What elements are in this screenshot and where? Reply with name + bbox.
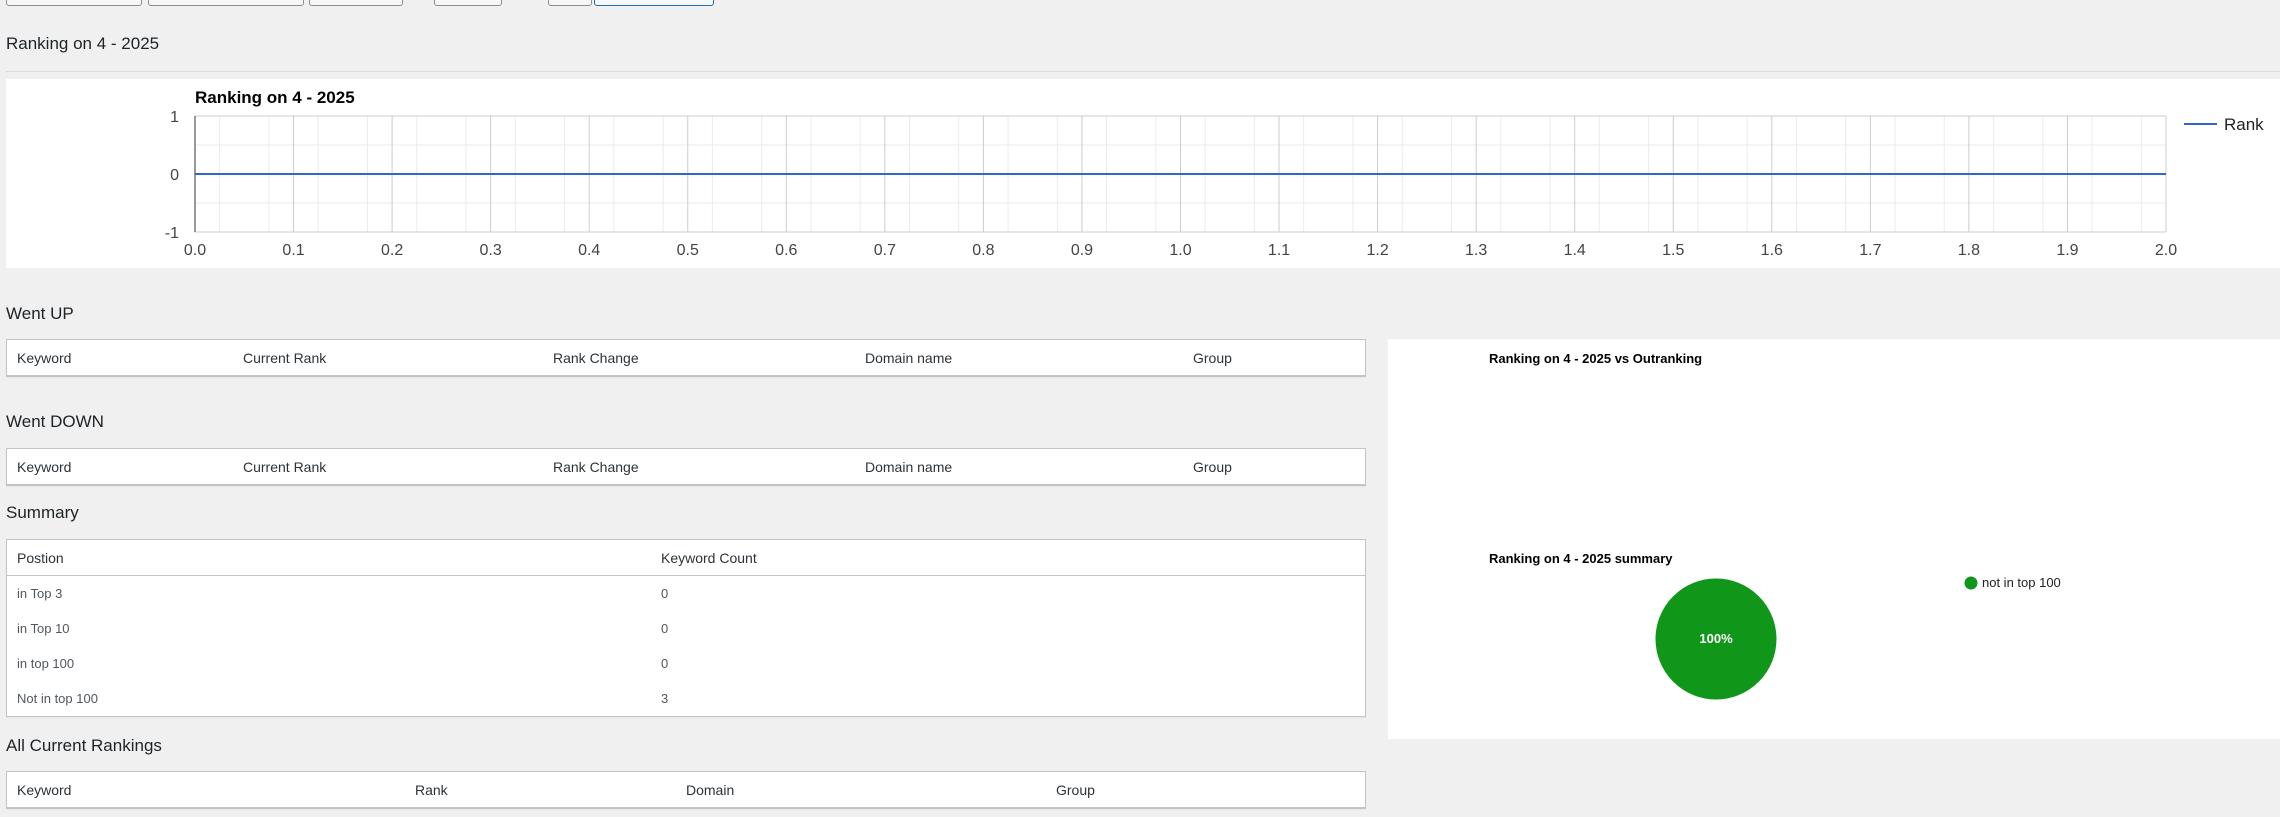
x-tick-label: 1.1 bbox=[1268, 242, 1290, 259]
summary-count-cell: 0 bbox=[661, 621, 669, 636]
table-row: in top 100 0 bbox=[7, 646, 1365, 681]
went-up-col-domain-name[interactable]: Domain name bbox=[865, 350, 952, 366]
summary-position-cell: in Top 10 bbox=[17, 621, 70, 636]
rank-legend-label: Rank bbox=[2224, 115, 2264, 134]
toolbar-button-4[interactable] bbox=[434, 0, 502, 6]
summary-position-cell: in Top 3 bbox=[17, 586, 63, 601]
summary-col-position: Postion bbox=[17, 550, 64, 566]
went-down-table: Keyword Current Rank Rank Change Domain … bbox=[6, 448, 1366, 486]
summary-table: Postion Keyword Count in Top 3 0 in Top … bbox=[6, 539, 1366, 717]
x-tick-label: 1.6 bbox=[1761, 242, 1783, 259]
went-down-col-rank-change[interactable]: Rank Change bbox=[553, 459, 639, 475]
summary-title: Summary bbox=[6, 503, 79, 522]
pie-slice-label: 100% bbox=[1699, 631, 1733, 646]
y-tick-label: 1 bbox=[170, 109, 179, 126]
summary-position-cell: Not in top 100 bbox=[17, 691, 98, 706]
page-title: Ranking on 4 - 2025 bbox=[6, 34, 160, 53]
went-down-col-keyword[interactable]: Keyword bbox=[17, 459, 71, 475]
right-charts-svg: Ranking on 4 - 2025 vs Outranking Rankin… bbox=[1489, 351, 2061, 701]
went-up-header-row: Keyword Current Rank Rank Change Domain … bbox=[7, 340, 1365, 376]
toolbar-button-1[interactable] bbox=[6, 0, 142, 6]
went-down-header-row: Keyword Current Rank Rank Change Domain … bbox=[7, 449, 1365, 485]
x-tick-label: 1.9 bbox=[2056, 242, 2078, 259]
all-current-title: All Current Rankings bbox=[6, 736, 162, 755]
went-down-col-current-rank[interactable]: Current Rank bbox=[243, 459, 326, 475]
table-row: in Top 10 0 bbox=[7, 611, 1365, 646]
vs-chart-title: Ranking on 4 - 2025 vs Outranking bbox=[1489, 351, 1702, 366]
went-down-title: Went DOWN bbox=[6, 412, 104, 431]
all-current-col-group[interactable]: Group bbox=[1056, 782, 1095, 798]
table-row: Not in top 100 3 bbox=[7, 681, 1365, 716]
x-tick-label: 1.3 bbox=[1465, 242, 1487, 259]
pie-legend-label: not in top 100 bbox=[1982, 575, 2061, 590]
x-tick-label: 1.8 bbox=[1958, 242, 1980, 259]
rank-chart-panel: 0.0 0.1 0.2 0.3 0.4 0.5 0.6 0.7 0.8 0.9 1.0 1.1 1.2 1… bbox=[6, 79, 2280, 268]
x-tick-label: 1.2 bbox=[1366, 242, 1388, 259]
x-tick-label: 0.8 bbox=[972, 242, 994, 259]
all-current-table: Keyword Rank Domain Group bbox=[6, 771, 1366, 809]
all-current-col-rank[interactable]: Rank bbox=[415, 782, 448, 798]
went-down-col-domain-name[interactable]: Domain name bbox=[865, 459, 952, 475]
went-up-col-keyword[interactable]: Keyword bbox=[17, 350, 71, 366]
summary-col-keyword-count: Keyword Count bbox=[661, 550, 757, 566]
x-tick-label: 2.0 bbox=[2155, 242, 2177, 259]
toolbar-button-3[interactable] bbox=[309, 0, 403, 6]
rank-line-chart: 0.0 0.1 0.2 0.3 0.4 0.5 0.6 0.7 0.8 0.9 1.0 1.1 1.2 1… bbox=[165, 88, 2264, 259]
x-tick-label: 0.5 bbox=[677, 242, 699, 259]
all-current-col-domain[interactable]: Domain bbox=[686, 782, 734, 798]
pie-legend-dot bbox=[1964, 576, 1978, 590]
header-divider bbox=[6, 71, 2280, 72]
all-current-col-keyword[interactable]: Keyword bbox=[17, 782, 71, 798]
x-tick-label: 1.4 bbox=[1564, 242, 1586, 259]
summary-count-cell: 0 bbox=[661, 656, 669, 671]
x-tick-label: 0.4 bbox=[578, 242, 600, 259]
rank-chart-title: Ranking on 4 - 2025 bbox=[195, 88, 355, 107]
toolbar-button-5[interactable] bbox=[548, 0, 592, 6]
y-tick-label: 0 bbox=[170, 167, 179, 184]
toolbar-primary-button[interactable] bbox=[594, 0, 714, 6]
went-up-col-group[interactable]: Group bbox=[1193, 350, 1232, 366]
table-row: in Top 3 0 bbox=[7, 576, 1365, 611]
right-charts-panel: Ranking on 4 - 2025 vs Outranking Rankin… bbox=[1388, 339, 2280, 739]
x-tick-label: 1.5 bbox=[1662, 242, 1684, 259]
went-up-title: Went UP bbox=[6, 304, 74, 323]
x-tick-label: 0.0 bbox=[184, 242, 206, 259]
summary-position-cell: in top 100 bbox=[17, 656, 75, 671]
went-up-table: Keyword Current Rank Rank Change Domain … bbox=[6, 339, 1366, 377]
summary-count-cell: 0 bbox=[661, 586, 669, 601]
x-tick-label: 1.0 bbox=[1169, 242, 1191, 259]
all-current-header-row: Keyword Rank Domain Group bbox=[7, 772, 1365, 808]
y-tick-label: -1 bbox=[165, 225, 179, 242]
summary-count-cell: 3 bbox=[661, 691, 669, 706]
x-tick-label: 0.6 bbox=[775, 242, 797, 259]
x-tick-label: 0.3 bbox=[480, 242, 502, 259]
went-up-col-current-rank[interactable]: Current Rank bbox=[243, 350, 326, 366]
x-tick-label: 0.2 bbox=[381, 242, 403, 259]
summary-chart-title: Ranking on 4 - 2025 summary bbox=[1489, 551, 1673, 566]
x-tick-label: 0.7 bbox=[874, 242, 896, 259]
went-up-col-rank-change[interactable]: Rank Change bbox=[553, 350, 639, 366]
toolbar-button-2[interactable] bbox=[148, 0, 304, 6]
x-tick-label: 1.7 bbox=[1859, 242, 1881, 259]
x-tick-label: 0.9 bbox=[1071, 242, 1093, 259]
went-down-col-group[interactable]: Group bbox=[1193, 459, 1232, 475]
x-tick-label: 0.1 bbox=[282, 242, 304, 259]
summary-header-row: Postion Keyword Count bbox=[7, 540, 1365, 576]
